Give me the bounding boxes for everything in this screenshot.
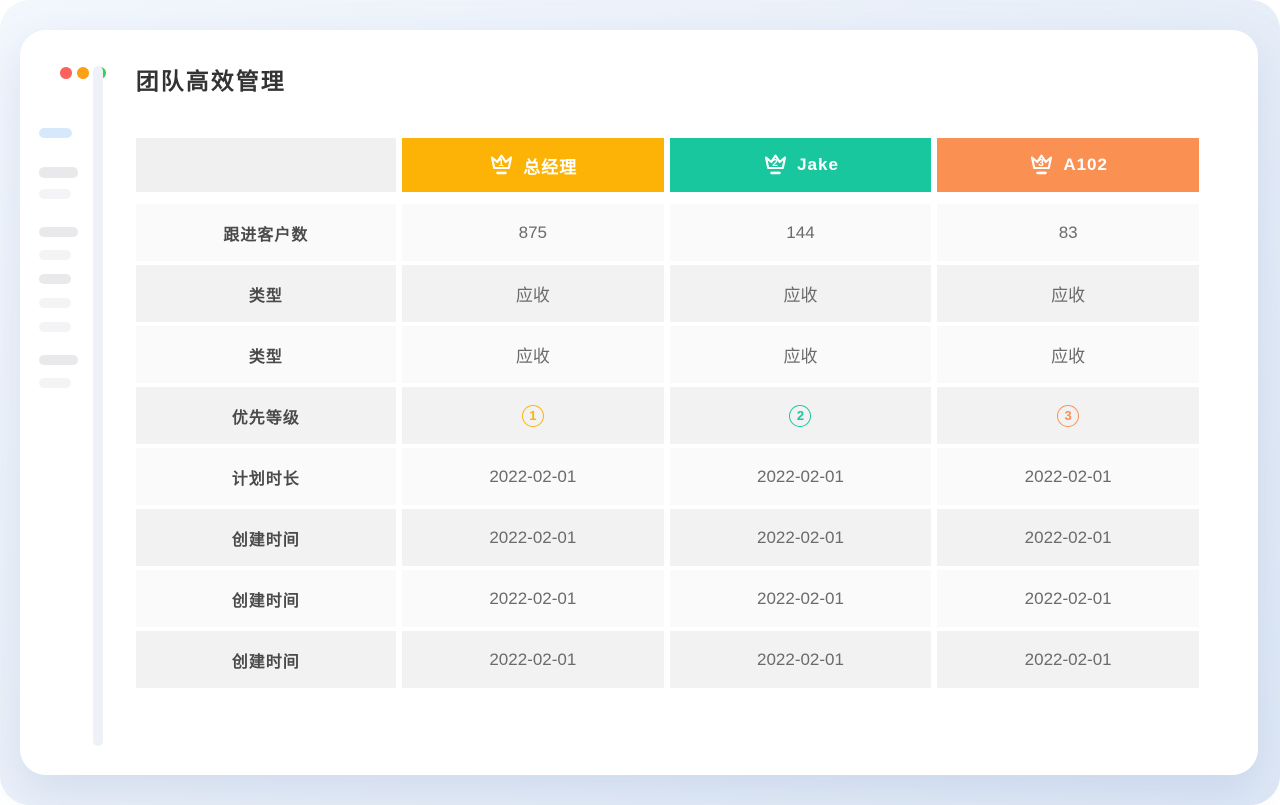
sidebar-item-3[interactable] (39, 189, 71, 199)
sidebar-item-active[interactable] (39, 128, 72, 138)
table-cell: 2022-02-01 (670, 509, 932, 566)
table-cell: 应收 (670, 265, 932, 322)
column-header-rank2: 2 Jake (670, 138, 932, 192)
sidebar-divider (93, 66, 103, 746)
column-header-label: Jake (797, 155, 839, 175)
close-icon[interactable] (60, 67, 72, 79)
svg-text:1: 1 (499, 158, 506, 169)
ranking-table: 1 总经理 2 Jake (136, 138, 1199, 688)
page-canvas: 团队高效管理 1 总经理 (0, 0, 1280, 805)
row-label: 创建时间 (136, 509, 396, 566)
column-header-rank3: 3 A102 (937, 138, 1199, 192)
table-cell: 应收 (402, 326, 664, 383)
table-header-row: 1 总经理 2 Jake (136, 138, 1199, 192)
table-row-followed-customers: 跟进客户数 875 144 83 (136, 204, 1199, 261)
table-cell: 2022-02-01 (937, 570, 1199, 627)
table-cell: 875 (402, 204, 664, 261)
crown-icon: 1 (488, 153, 515, 178)
table-cell: 2 (670, 387, 932, 444)
svg-text:2: 2 (772, 158, 779, 169)
table-row-created-2: 创建时间 2022-02-01 2022-02-01 2022-02-01 (136, 570, 1199, 627)
table-cell: 2022-02-01 (402, 570, 664, 627)
column-header-label: 总经理 (523, 153, 577, 178)
table-cell: 应收 (402, 265, 664, 322)
table-row-priority: 优先等级 1 2 3 (136, 387, 1199, 444)
sidebar-item-4[interactable] (39, 227, 78, 237)
priority-badge-3: 3 (1057, 405, 1079, 427)
svg-text:3: 3 (1039, 158, 1046, 169)
table-row-created-1: 创建时间 2022-02-01 2022-02-01 2022-02-01 (136, 509, 1199, 566)
table-cell: 2022-02-01 (402, 631, 664, 688)
table-cell: 2022-02-01 (670, 631, 932, 688)
table-cell: 3 (937, 387, 1199, 444)
sidebar-item-6[interactable] (39, 274, 71, 284)
page-title: 团队高效管理 (136, 62, 1199, 96)
table-cell: 2022-02-01 (670, 448, 932, 505)
table-cell: 2022-02-01 (937, 448, 1199, 505)
row-label: 类型 (136, 265, 396, 322)
table-cell: 2022-02-01 (937, 509, 1199, 566)
priority-badge-1: 1 (522, 405, 544, 427)
table-cell: 2022-02-01 (402, 448, 664, 505)
table-row-planned-duration: 计划时长 2022-02-01 2022-02-01 2022-02-01 (136, 448, 1199, 505)
minimize-icon[interactable] (77, 67, 89, 79)
table-cell: 应收 (937, 265, 1199, 322)
table-row-type-2: 类型 应收 应收 应收 (136, 326, 1199, 383)
table-cell: 2022-02-01 (402, 509, 664, 566)
table-cell: 83 (937, 204, 1199, 261)
table-cell: 144 (670, 204, 932, 261)
sidebar-item-10[interactable] (39, 378, 71, 388)
table-cell: 应收 (670, 326, 932, 383)
crown-icon: 2 (762, 153, 789, 178)
sidebar-item-2[interactable] (39, 167, 78, 178)
column-header-rank1: 1 总经理 (402, 138, 664, 192)
priority-badge-2: 2 (789, 405, 811, 427)
table-cell: 应收 (937, 326, 1199, 383)
column-header-label: A102 (1063, 155, 1108, 175)
row-label: 类型 (136, 326, 396, 383)
table-corner-cell (136, 138, 396, 192)
table-row-created-3: 创建时间 2022-02-01 2022-02-01 2022-02-01 (136, 631, 1199, 688)
sidebar-item-8[interactable] (39, 322, 71, 332)
sidebar-nav (39, 98, 99, 388)
app-window: 团队高效管理 1 总经理 (20, 30, 1258, 775)
crown-icon: 3 (1028, 153, 1055, 178)
sidebar-item-7[interactable] (39, 298, 71, 308)
row-label: 创建时间 (136, 570, 396, 627)
table-cell: 1 (402, 387, 664, 444)
row-label: 跟进客户数 (136, 204, 396, 261)
sidebar-item-5[interactable] (39, 250, 71, 260)
table-row-type-1: 类型 应收 应收 应收 (136, 265, 1199, 322)
row-label: 计划时长 (136, 448, 396, 505)
table-cell: 2022-02-01 (937, 631, 1199, 688)
sidebar-item-9[interactable] (39, 355, 78, 365)
row-label: 创建时间 (136, 631, 396, 688)
row-label: 优先等级 (136, 387, 396, 444)
main-content: 团队高效管理 1 总经理 (136, 62, 1199, 692)
table-cell: 2022-02-01 (670, 570, 932, 627)
